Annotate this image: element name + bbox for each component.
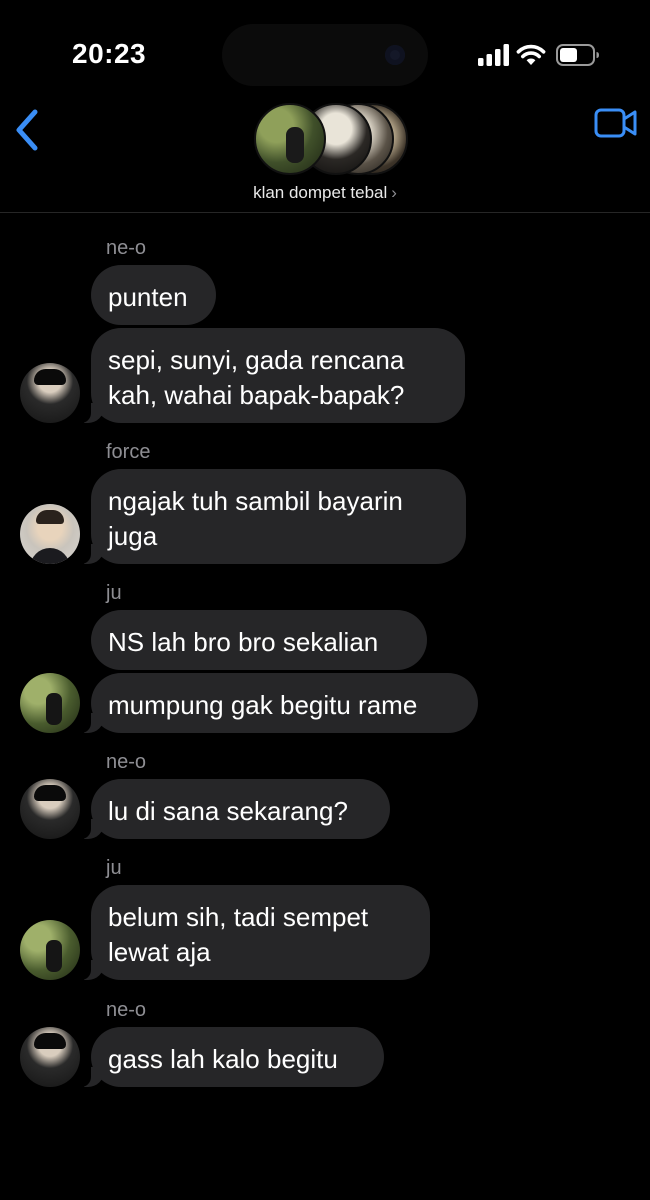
sender-name: ne-o [106, 999, 147, 1021]
sender-name: ju [106, 582, 122, 604]
message-text: punten [108, 282, 188, 312]
group-avatar-stack[interactable] [254, 103, 408, 175]
group-title[interactable]: klan dompet tebal › [0, 183, 650, 203]
message-bubble[interactable]: gass lah kalo begitu [81, 1027, 384, 1087]
message-text: kah, wahai bapak-bapak? [108, 380, 405, 410]
message-text: ngajak tuh sambil bayarin [108, 486, 403, 516]
camera-dot [385, 45, 405, 65]
sender-name: ne-o [106, 751, 147, 773]
message-text: lu di sana sekarang? [108, 796, 348, 826]
sender-name: ne-o [106, 237, 147, 259]
avatar[interactable] [20, 363, 80, 423]
message-text: lewat aja [108, 937, 211, 967]
message-bubble[interactable]: NS lah bro bro sekalian [91, 610, 427, 670]
message-text: mumpung gak begitu rame [108, 690, 418, 720]
message-bubble[interactable]: mumpung gak begitu rame [81, 673, 478, 733]
message-bubble[interactable]: sepi, sunyi, gada rencana kah, wahai bap… [81, 328, 465, 423]
cellular-signal-icon [478, 44, 509, 66]
message-text: NS lah bro bro sekalian [108, 627, 379, 657]
group-name-label: klan dompet tebal [253, 183, 388, 202]
chevron-right-icon: › [391, 183, 397, 202]
avatar[interactable] [20, 920, 80, 980]
status-time: 20:23 [72, 38, 147, 69]
message-text: juga [108, 521, 158, 551]
avatar[interactable] [20, 673, 80, 733]
avatar[interactable] [20, 779, 80, 839]
message-text: sepi, sunyi, gada rencana [108, 345, 405, 375]
avatar[interactable] [20, 1027, 80, 1087]
status-bar: 20:23 [0, 0, 650, 100]
message-bubble[interactable]: lu di sana sekarang? [81, 779, 390, 839]
message-bubble[interactable]: punten [91, 265, 216, 325]
battery-icon [556, 44, 599, 66]
message-text: gass lah kalo begitu [108, 1044, 338, 1074]
sender-name: force [106, 441, 151, 463]
message-bubble[interactable]: belum sih, tadi sempet lewat aja [81, 885, 430, 980]
chevron-left-icon[interactable] [10, 106, 44, 154]
message-bubble[interactable]: ngajak tuh sambil bayarin juga [81, 469, 466, 564]
avatar[interactable] [20, 504, 80, 564]
conversation-header: klan dompet tebal › [0, 100, 650, 213]
message-text: belum sih, tadi sempet [108, 902, 369, 932]
video-camera-icon[interactable] [594, 108, 638, 138]
wifi-icon [516, 44, 546, 65]
dynamic-island [222, 24, 428, 86]
member-avatar [254, 103, 326, 175]
sender-name: ju [106, 857, 122, 879]
